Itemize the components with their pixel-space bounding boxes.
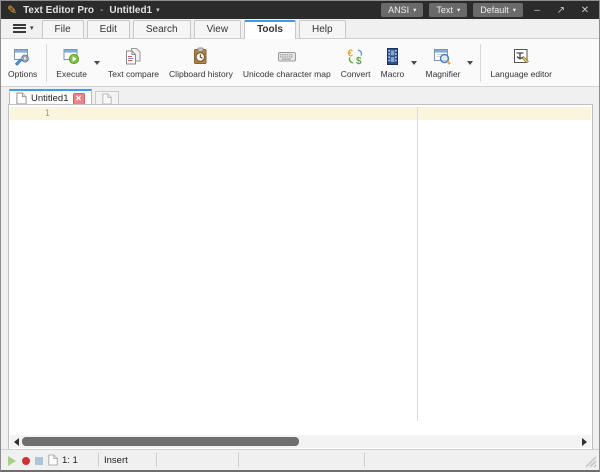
macro-button[interactable]: Macro <box>375 45 409 81</box>
scheme-label: Default <box>480 5 509 15</box>
macro-label: Macro <box>381 69 405 79</box>
statusbar-separator <box>364 453 365 467</box>
language-editor-icon <box>512 47 531 67</box>
titlebar-right-group: ANSI ▾ Text ▾ Default ▾ – ↗ ✕ <box>375 3 595 17</box>
magnifier-dropdown-icon[interactable] <box>465 44 474 82</box>
convert-button[interactable]: € $ Convert <box>336 45 376 81</box>
close-button[interactable]: ✕ <box>575 5 595 16</box>
filetype-button[interactable]: Text ▾ <box>429 3 467 17</box>
restore-button[interactable]: ↗ <box>551 5 571 16</box>
active-line-highlight <box>10 107 591 120</box>
chevron-down-icon: ▾ <box>457 6 460 14</box>
text-compare-icon <box>124 47 143 67</box>
chevron-down-icon: ▾ <box>413 6 416 14</box>
svg-text:$: $ <box>356 56 362 66</box>
insert-mode-indicator[interactable]: Insert <box>104 455 128 466</box>
title-bar: ✎ Text Editor Pro - Untitled1 ▾ ANSI ▾ T… <box>1 1 599 19</box>
tab-view[interactable]: View <box>194 20 242 38</box>
new-document-icon <box>102 93 112 105</box>
document-tab-label: Untitled1 <box>31 93 69 104</box>
hamburger-icon <box>13 22 26 34</box>
macro-play-icon[interactable] <box>8 456 16 466</box>
statusbar-separator <box>98 453 99 467</box>
unicode-character-map-icon <box>277 47 297 67</box>
magnifier-label: Magnifier <box>425 69 460 79</box>
chevron-down-icon: ▾ <box>513 6 516 14</box>
main-menu-button[interactable]: ▾ <box>9 22 42 38</box>
scroll-right-button[interactable] <box>578 435 591 448</box>
menu-bar: ▾ File Edit Search View Tools Help <box>1 19 599 39</box>
app-pencil-icon: ✎ <box>7 4 17 16</box>
minimize-button[interactable]: – <box>527 5 547 16</box>
triangle-left-icon <box>14 438 19 446</box>
clipboard-history-label: Clipboard history <box>169 69 233 79</box>
triangle-right-icon <box>582 438 587 446</box>
unicode-character-map-label: Unicode character map <box>243 69 331 79</box>
app-title: Text Editor Pro <box>23 5 94 16</box>
scrollbar-thumb[interactable] <box>22 437 299 446</box>
toolbar-separator <box>46 44 47 82</box>
right-margin-ruler <box>417 107 418 421</box>
close-tab-icon[interactable]: ✕ <box>73 93 85 105</box>
options-button[interactable]: Options <box>3 45 42 81</box>
clipboard-history-icon <box>191 47 210 67</box>
statusbar-separator <box>238 453 239 467</box>
options-label: Options <box>8 69 37 79</box>
execute-dropdown-icon[interactable] <box>92 44 101 82</box>
scheme-button[interactable]: Default ▾ <box>473 3 523 17</box>
app-window: ✎ Text Editor Pro - Untitled1 ▾ ANSI ▾ T… <box>0 0 600 472</box>
macro-icon <box>383 47 402 67</box>
clipboard-history-button[interactable]: Clipboard history <box>164 45 238 81</box>
text-compare-button[interactable]: Text compare <box>103 45 164 81</box>
unicode-character-map-button[interactable]: Unicode character map <box>238 45 336 81</box>
line-number: 1 <box>32 109 50 119</box>
magnifier-icon <box>433 47 452 67</box>
chevron-down-icon: ▾ <box>30 24 34 32</box>
document-tab-bar: Untitled1 ✕ <box>1 87 599 105</box>
tools-ribbon: Options Execute <box>1 39 599 87</box>
execute-button[interactable]: Execute <box>51 45 92 81</box>
convert-icon: € $ <box>346 47 365 67</box>
language-editor-button[interactable]: Language editor <box>485 45 556 81</box>
macro-record-icon[interactable] <box>22 457 30 465</box>
title-separator: - <box>100 5 103 16</box>
document-dropdown-icon[interactable]: ▾ <box>156 6 160 14</box>
tab-search[interactable]: Search <box>133 20 191 38</box>
encoding-button[interactable]: ANSI ▾ <box>381 3 423 17</box>
filetype-label: Text <box>436 5 453 15</box>
statusbar-separator <box>156 453 157 467</box>
text-compare-label: Text compare <box>108 69 159 79</box>
editor-panel: 1 <box>8 104 593 450</box>
language-editor-label: Language editor <box>490 69 551 79</box>
encoding-label: ANSI <box>388 5 409 15</box>
title-document-name[interactable]: Untitled1 <box>109 5 152 16</box>
horizontal-scrollbar[interactable] <box>10 435 591 448</box>
options-icon <box>13 47 32 67</box>
caret-position-doc-icon <box>48 454 58 466</box>
execute-icon <box>62 47 81 67</box>
toolbar-separator <box>480 44 481 82</box>
status-bar: 1: 1 Insert <box>1 449 599 470</box>
resize-grip[interactable] <box>584 455 597 468</box>
tab-tools[interactable]: Tools <box>244 20 296 39</box>
convert-label: Convert <box>341 69 371 79</box>
tab-help[interactable]: Help <box>299 20 346 38</box>
editor-text-area[interactable]: 1 <box>10 106 591 435</box>
execute-label: Execute <box>56 69 87 79</box>
new-document-tab-button[interactable] <box>95 91 119 105</box>
tab-file[interactable]: File <box>42 20 84 38</box>
macro-dropdown-icon[interactable] <box>409 44 418 82</box>
tab-edit[interactable]: Edit <box>87 20 130 38</box>
magnifier-button[interactable]: Magnifier <box>420 45 465 81</box>
macro-stop-icon[interactable] <box>35 457 43 465</box>
caret-position-value: 1: 1 <box>62 455 78 466</box>
